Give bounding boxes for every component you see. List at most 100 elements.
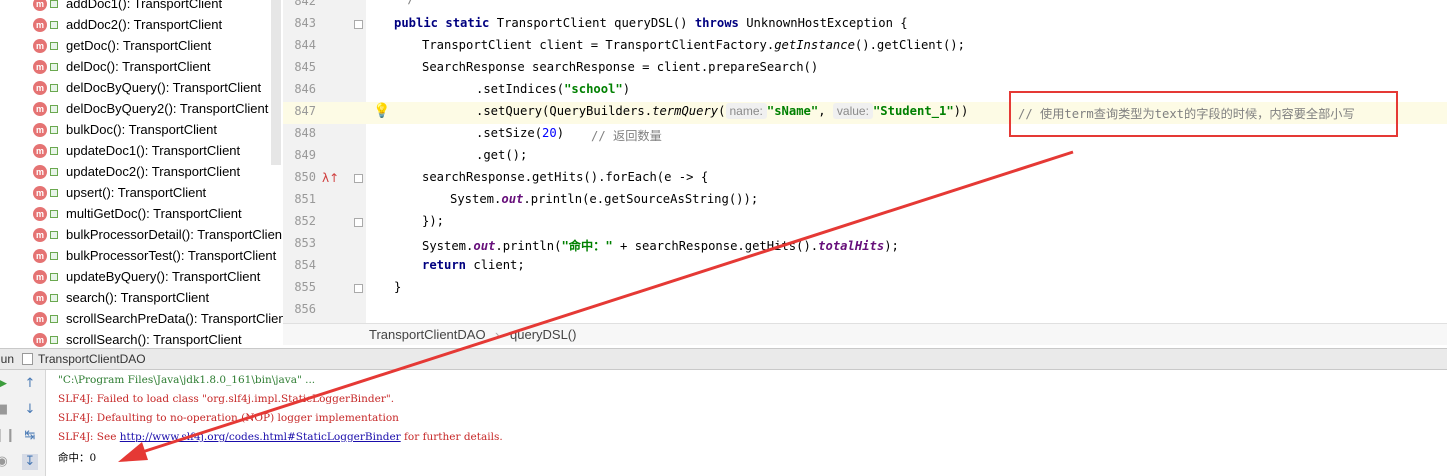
- method-icon: m: [33, 102, 47, 116]
- code-text: ): [556, 126, 565, 140]
- stop-icon[interactable]: ■: [0, 402, 10, 418]
- method-icon: m: [33, 270, 47, 284]
- code-line-842: */: [400, 0, 415, 14]
- structure-item[interactable]: m updateDoc2(): TransportClient: [0, 162, 283, 183]
- structure-item-label: upsert(): TransportClient: [66, 185, 207, 200]
- code-number: 20: [542, 126, 557, 140]
- structure-item-label: delDocByQuery(): TransportClient: [66, 80, 262, 95]
- public-access-icon: [50, 126, 58, 134]
- public-access-icon: [50, 105, 58, 113]
- method-icon: m: [33, 81, 47, 95]
- structure-item[interactable]: m scrollSearch(): TransportClient: [0, 330, 283, 348]
- public-access-icon: [50, 0, 58, 8]
- public-access-icon: [50, 252, 58, 260]
- structure-item[interactable]: m delDocByQuery2(): TransportClient: [0, 99, 283, 120]
- structure-item[interactable]: m updateDoc1(): TransportClient: [0, 141, 283, 162]
- code-text: )): [953, 104, 969, 118]
- code-comment-size: // 返回数量: [591, 129, 662, 143]
- scroll-to-end-icon[interactable]: ↧: [22, 454, 38, 470]
- public-access-icon: [50, 273, 58, 281]
- rerun-icon[interactable]: ▶: [0, 376, 10, 392]
- method-icon: m: [33, 312, 47, 326]
- code-text: .setSize(: [476, 126, 543, 140]
- code-text: System.: [422, 239, 474, 253]
- method-icon: m: [33, 249, 47, 263]
- up-arrow-icon[interactable]: ↑: [22, 376, 38, 392]
- structure-item-label: delDocByQuery2(): TransportClient: [66, 101, 269, 116]
- keyword: public static: [394, 16, 490, 30]
- code-text: }: [394, 280, 402, 294]
- fold-marker[interactable]: [354, 218, 363, 227]
- structure-item-label: delDoc(): TransportClient: [66, 59, 211, 74]
- structure-item[interactable]: m updateByQuery(): TransportClient: [0, 267, 283, 288]
- structure-scrollbar[interactable]: [271, 0, 281, 165]
- console-line-warning: SLF4J: Defaulting to no-operation (NOP) …: [58, 412, 399, 424]
- line-number: 843: [294, 16, 316, 30]
- breadcrumb: TransportClientDAO › queryDSL(): [283, 323, 1447, 345]
- code-line-852: });: [422, 214, 444, 236]
- code-line-848: .setSize(20): [476, 126, 564, 148]
- structure-item[interactable]: m delDocByQuery(): TransportClient: [0, 78, 283, 99]
- code-string: "school": [564, 82, 623, 96]
- breadcrumb-method[interactable]: queryDSL(): [510, 327, 576, 342]
- console-line-warning: SLF4J: Failed to load class "org.slf4j.i…: [58, 393, 395, 405]
- public-access-icon: [50, 84, 58, 92]
- line-number: 855: [294, 280, 316, 294]
- line-number: 842: [294, 0, 316, 8]
- breadcrumb-class[interactable]: TransportClientDAO: [369, 327, 486, 342]
- console-line-command: "C:\Program Files\Java\jdk1.8.0_161\bin\…: [58, 374, 316, 386]
- structure-item[interactable]: m search(): TransportClient: [0, 288, 283, 309]
- code-text: .get();: [476, 148, 528, 162]
- public-access-icon: [50, 336, 58, 344]
- parameter-hint: name:: [725, 103, 767, 119]
- code-line-845: SearchResponse searchResponse = client.p…: [422, 60, 818, 82]
- method-icon: m: [33, 333, 47, 347]
- public-access-icon: [50, 63, 58, 71]
- structure-item-label: scrollSearch(): TransportClient: [66, 332, 242, 347]
- structure-item[interactable]: m bulkProcessorTest(): TransportClient: [0, 246, 283, 267]
- down-arrow-icon[interactable]: ↓: [22, 402, 38, 418]
- camera-icon[interactable]: ◉: [0, 454, 10, 470]
- code-text: });: [422, 214, 445, 228]
- structure-item-label: multiGetDoc(): TransportClient: [66, 206, 242, 221]
- line-number: 854: [294, 258, 316, 272]
- keyword: throws: [694, 16, 739, 30]
- structure-item[interactable]: m bulkDoc(): TransportClient: [0, 120, 283, 141]
- structure-item[interactable]: m delDoc(): TransportClient: [0, 57, 283, 78]
- structure-item[interactable]: m getDoc(): TransportClient: [0, 36, 283, 57]
- run-window-label[interactable]: Run: [0, 352, 14, 366]
- soft-wrap-icon[interactable]: ↹: [22, 428, 38, 444]
- structure-item-label: updateDoc2(): TransportClient: [66, 164, 241, 179]
- structure-item[interactable]: m multiGetDoc(): TransportClient: [0, 204, 283, 225]
- public-access-icon: [50, 315, 58, 323]
- fold-marker[interactable]: [354, 174, 363, 183]
- fold-marker[interactable]: [354, 20, 363, 29]
- line-number: 847: [294, 104, 316, 118]
- public-access-icon: [50, 189, 58, 197]
- code-text: .setIndices(: [476, 82, 565, 96]
- code-string: "sName": [766, 104, 819, 118]
- code-line-846: .setIndices("school"): [476, 82, 630, 104]
- method-icon: m: [33, 0, 47, 11]
- code-line-855: }: [394, 280, 401, 302]
- lightbulb-icon[interactable]: 💡: [373, 103, 390, 119]
- fold-marker[interactable]: [354, 284, 363, 293]
- method-icon: m: [33, 18, 47, 32]
- console-line-result: 命中：0: [58, 452, 97, 464]
- structure-item[interactable]: m addDoc1(): TransportClient: [0, 0, 283, 15]
- console-link[interactable]: http://www.slf4j.org/codes.html#StaticLo…: [120, 431, 401, 443]
- code-text: + searchResponse.getHits().: [612, 239, 819, 253]
- line-number: 849: [294, 148, 316, 162]
- structure-item[interactable]: m upsert(): TransportClient: [0, 183, 283, 204]
- run-tab-title[interactable]: TransportClientDAO: [38, 352, 146, 366]
- line-number: 856: [294, 302, 316, 316]
- structure-item[interactable]: m bulkProcessorDetail(): TransportClien: [0, 225, 283, 246]
- line-number: 850: [294, 170, 316, 184]
- code-field: totalHits: [818, 239, 885, 253]
- line-number: 845: [294, 60, 316, 74]
- code-text: ().getClient();: [854, 38, 965, 52]
- structure-item[interactable]: m scrollSearchPreData(): TransportClien: [0, 309, 283, 330]
- pause-icon[interactable]: ❙❙: [0, 428, 16, 444]
- structure-item[interactable]: m addDoc2(): TransportClient: [0, 15, 283, 36]
- lambda-gutter-icon[interactable]: λ↑: [322, 171, 339, 185]
